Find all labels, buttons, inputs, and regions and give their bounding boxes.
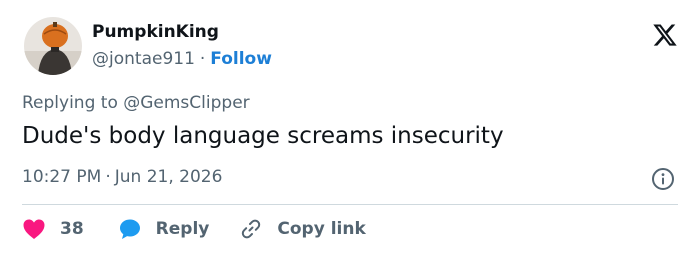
tweet-time: 10:27 PM [22, 167, 102, 187]
display-name[interactable]: PumpkinKing [92, 22, 219, 42]
handle-row: @jontae911 · Follow [92, 49, 272, 69]
reply-bubble-icon [118, 217, 142, 241]
info-icon[interactable] [651, 167, 675, 191]
tweet-date: Jun 21, 2026 [114, 167, 223, 187]
x-logo-icon[interactable] [652, 22, 678, 48]
copy-link-label: Copy link [277, 219, 366, 239]
action-bar: 38 Reply Copy link [22, 216, 366, 242]
copy-link-button[interactable]: Copy link [239, 217, 366, 241]
replying-to[interactable]: Replying to @GemsClipper [22, 93, 250, 113]
separator: · [105, 167, 111, 187]
divider [22, 204, 678, 205]
timestamp[interactable]: 10:27 PM · Jun 21, 2026 [22, 167, 222, 187]
reply-button[interactable]: Reply [118, 217, 210, 241]
separator: · [199, 49, 206, 69]
avatar[interactable] [24, 17, 82, 75]
follow-button[interactable]: Follow [210, 49, 272, 69]
like-button[interactable]: 38 [22, 218, 84, 240]
heart-icon [22, 218, 46, 240]
link-icon [239, 217, 263, 241]
reply-label: Reply [155, 219, 210, 239]
user-handle[interactable]: @jontae911 [92, 49, 195, 69]
tweet-text: Dude's body language screams insecurity [22, 123, 504, 149]
like-count: 38 [60, 219, 84, 239]
